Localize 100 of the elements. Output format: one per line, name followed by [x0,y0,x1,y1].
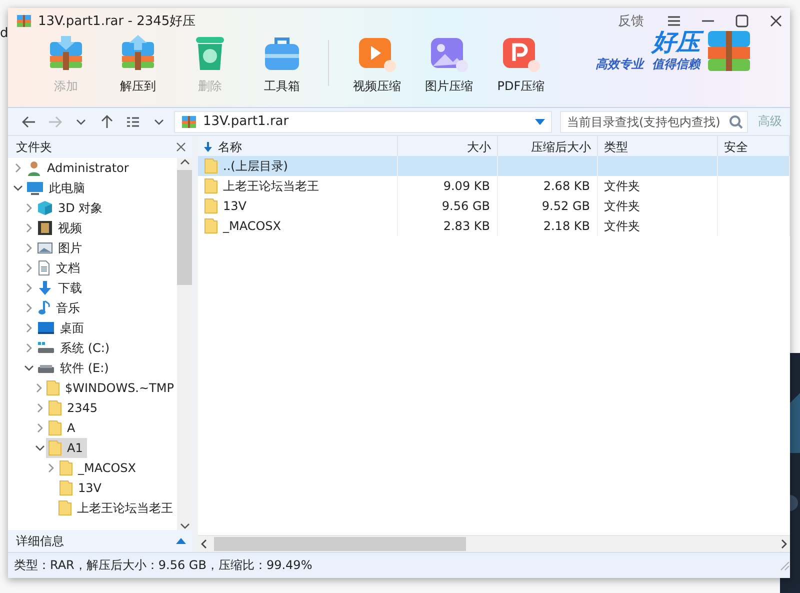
chevron-down-icon [76,118,86,126]
list-icon [126,116,140,128]
toolbar-button[interactable]: 工具箱 [246,34,318,100]
folder-icon [48,400,62,416]
column-header[interactable]: 安全 [718,136,790,158]
folder-icon [59,460,73,476]
tree-item[interactable]: A1 [46,438,87,458]
expand-chevron-icon[interactable] [24,243,34,253]
folder-icon [204,158,218,174]
system-drive-icon [37,341,55,355]
expand-chevron-icon[interactable] [46,463,56,473]
film-icon [37,220,53,236]
dropdown-arrow-icon[interactable] [535,118,545,124]
background-text: d [0,26,8,41]
tree-item[interactable]: _MACOSX [57,458,140,478]
tree-item[interactable]: 13V [57,478,106,498]
window-title: 13V.part1.rar - 2345好压 [38,13,197,30]
horizontal-scrollbar[interactable] [198,535,790,552]
archive-box-icon [706,28,752,72]
scroll-up-icon[interactable] [180,158,190,166]
column-header[interactable]: 压缩后大小 [498,136,598,158]
collapse-chevron-icon[interactable] [35,443,45,453]
expand-chevron-icon[interactable] [35,423,45,433]
table-cell: 2.68 KB [498,176,598,196]
tree-item[interactable]: 3D 对象 [35,198,107,218]
tree-item[interactable]: 视频 [35,218,86,238]
scroll-right-icon[interactable] [780,539,788,549]
search-field[interactable]: 当前目录查找(支持包内查找) [560,110,748,132]
maximize-icon [735,14,749,28]
expand-chevron-icon[interactable] [24,203,34,213]
tree-item[interactable]: 音乐 [35,298,84,318]
folder-icon [46,380,60,396]
table-cell: 13V [198,196,398,216]
expand-chevron-icon[interactable] [13,163,23,173]
expand-chevron-icon[interactable] [24,263,34,273]
tree-item[interactable]: Administrator [24,158,133,178]
resize-grip-icon[interactable] [780,560,790,570]
table-cell: 文件夹 [598,176,718,196]
column-header[interactable]: 类型 [598,136,718,158]
status-text: 类型：RAR，解压后大小：9.56 GB，压缩比：99.49% [14,557,314,574]
scroll-left-icon[interactable] [200,539,208,549]
collapse-chevron-icon[interactable] [13,183,23,193]
collapse-chevron-icon[interactable] [24,363,34,373]
tree-item[interactable]: 文档 [35,258,84,278]
expand-chevron-icon[interactable] [24,283,34,293]
column-header[interactable]: 名称 [198,136,398,158]
tree-item[interactable]: 2345 [46,398,102,418]
details-label: 详细信息 [16,532,64,550]
details-bar[interactable]: 详细信息 [8,530,192,552]
expand-chevron-icon[interactable] [24,303,34,313]
toolbar-button[interactable]: PDF压缩 [485,34,557,100]
up-arrow-icon [101,114,113,128]
right-arrow-icon [48,116,62,128]
vertical-scrollbar[interactable] [177,158,192,530]
tree-item[interactable]: 上老王论坛当老王 [56,498,177,518]
tree-item[interactable]: 图片 [35,238,86,258]
folder-icon [204,198,218,214]
table-cell: ..(上层目录) [198,156,398,176]
table-cell: 上老王论坛当老王 [198,176,398,196]
tree-item[interactable]: 桌面 [35,318,88,338]
tree-item[interactable]: 系统 (C:) [35,338,114,358]
desktop-icon [37,321,55,335]
expand-chevron-icon[interactable] [24,323,34,333]
toolbar-button[interactable]: 解压到 [102,34,174,100]
search-icon[interactable] [729,114,743,128]
tree-item[interactable]: A [46,418,80,438]
toolbar-button[interactable]: 视频压缩 [341,34,413,100]
table-cell: 2.83 KB [398,216,498,236]
table-cell: 文件夹 [598,196,718,216]
path-field[interactable]: 13V.part1.rar [174,110,552,132]
menu-icon [667,15,681,27]
folder-icon [204,178,218,194]
expand-chevron-icon[interactable] [24,223,34,233]
folder-icon [204,218,218,234]
tree-item[interactable]: 软件 (E:) [35,358,113,378]
expand-chevron-icon[interactable] [34,383,44,393]
table-cell: 9.56 GB [398,196,498,216]
cube-icon [37,200,53,216]
expand-chevron-icon[interactable] [35,403,45,413]
picture-icon [37,241,53,255]
document-icon [37,260,51,276]
expand-arrow-icon[interactable] [176,538,186,544]
table-cell: 文件夹 [598,216,718,236]
panel-title: 文件夹 [16,138,52,156]
close-icon [769,14,783,28]
expand-chevron-icon[interactable] [24,343,34,353]
tree-item[interactable]: 下载 [35,278,86,298]
left-arrow-icon [22,116,36,128]
table-cell: 2.18 KB [498,216,598,236]
table-cell: 9.09 KB [398,176,498,196]
toolbar-button[interactable]: 图片压缩 [413,34,485,100]
tree-item[interactable]: $WINDOWS.~TMP [44,378,177,398]
tree-item[interactable]: 此电脑 [24,178,89,198]
feedback-link[interactable]: 反馈 [618,12,644,30]
scroll-down-icon[interactable] [180,522,190,530]
folder-icon [48,440,62,456]
column-header[interactable]: 大小 [398,136,498,158]
close-icon[interactable] [176,142,186,152]
app-logo-icon [16,13,32,29]
user-icon [26,160,42,176]
